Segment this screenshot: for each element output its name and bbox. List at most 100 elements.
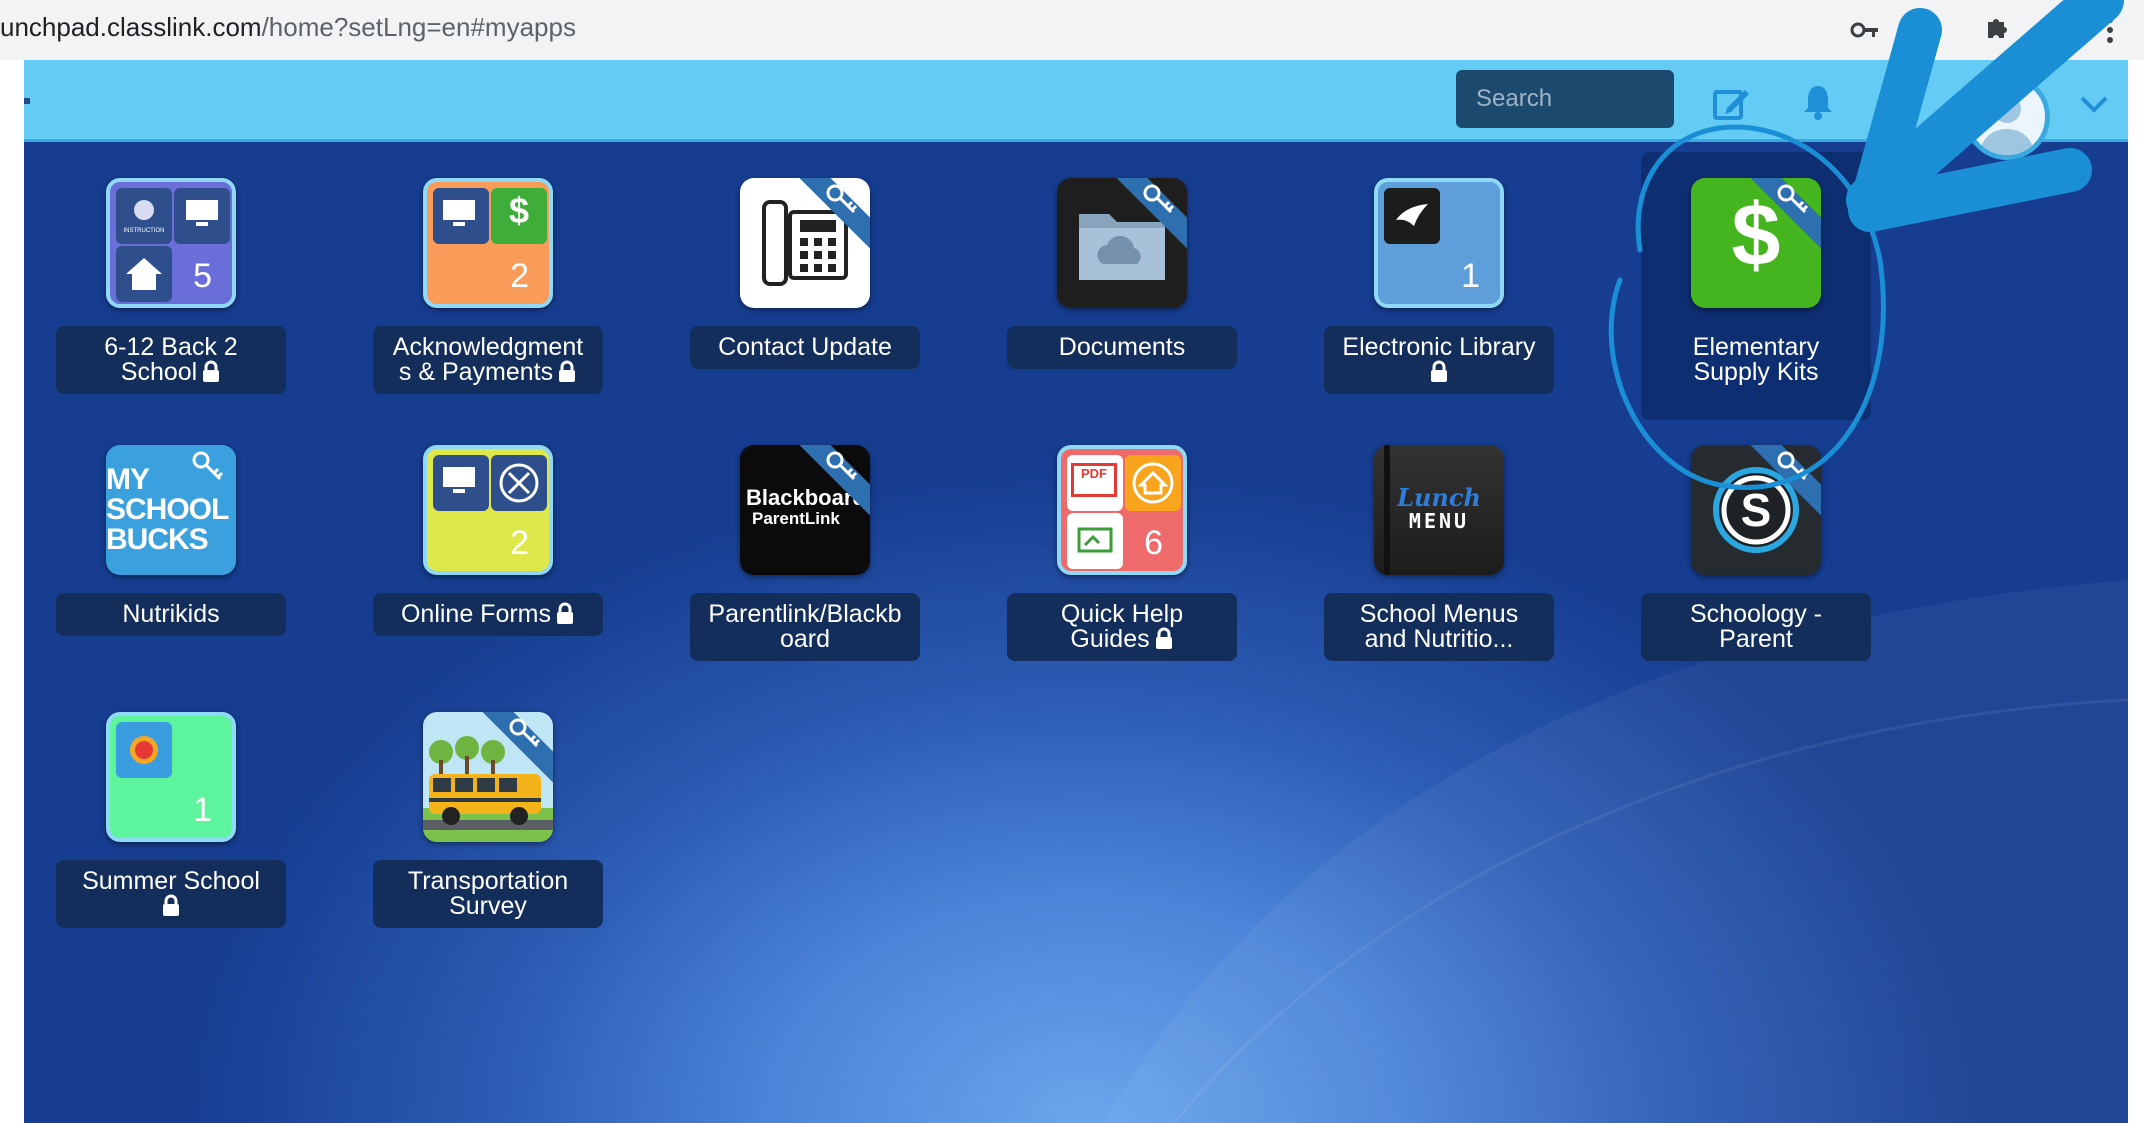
search-input[interactable] [1456,70,1674,128]
app-label: Transportation Survey [373,860,603,928]
app-label-line2: oard [779,625,831,653]
app-tile-schoology-parent[interactable]: S Schoology - Parent [1641,425,1871,675]
app-tile-online-forms[interactable]: 2 Online Forms [373,425,603,675]
edit-icon[interactable] [1709,80,1753,124]
lunch-text: Lunch [1397,483,1481,512]
more-menu-icon[interactable] [2104,16,2116,44]
app-label: Parentlink/Blackb oard [690,593,920,661]
msb-line2: SCHOOL [106,493,229,526]
app-label-line1: Acknowledgment [392,333,584,361]
app-label-line1: Schoology - [1689,600,1823,628]
app-label: Quick Help Guides [1007,593,1237,661]
app-tile-contact-update[interactable]: Contact Update [690,158,920,408]
key-badge-icon [1777,451,1809,481]
app-count: 1 [193,791,212,829]
key-badge-icon [826,184,858,214]
launchpad-app: INSTRUCTION 5 6-12 Back 2 School $ 2 Ack… [24,60,2128,1123]
msb-line3: BUCKS [106,523,209,556]
app-tile-summer-school[interactable]: 1 Summer School [56,692,286,942]
top-bar [24,60,2128,160]
app-label: Nutrikids [56,593,286,636]
app-label-line1: Elementary [1692,333,1820,361]
app-tile-elementary-supply-kits[interactable]: $ Elementary Supply Kits [1641,152,1871,420]
cloud-folder-icon [1057,178,1187,308]
pdf-tag: PDF [1071,463,1117,497]
app-label-line1: Nutrikids [122,600,220,628]
app-label-line1: Contact Update [718,333,892,361]
app-label: Elementary Supply Kits [1641,326,1871,394]
app-label-line2: Supply Kits [1693,358,1819,386]
menu-text: MENU [1408,509,1470,533]
phone-icon [740,178,870,308]
app-label-line1: School Menus [1359,600,1519,628]
key-badge-icon [192,451,224,481]
dollar-icon: $ [1691,178,1821,308]
app-tile-acknowledgments-payments[interactable]: $ 2 Acknowledgment s & Payments [373,158,603,408]
app-label: Electronic Library [1324,326,1554,394]
app-tile-transportation-survey[interactable]: Transportation Survey [373,692,603,942]
chevron-down-icon[interactable] [2074,84,2114,124]
lock-icon [557,602,574,624]
app-label-line1: Transportation [407,867,569,895]
svg-text:S: S [1741,484,1772,536]
app-tile-school-menus[interactable]: Lunch MENU School Menus and Nutritio... [1324,425,1554,675]
app-tile-documents[interactable]: Documents [1007,158,1237,408]
folder-help-icon: PDF 6 [1057,445,1187,575]
app-label-line1: Quick Help [1060,600,1184,628]
blackboard-parentlink-icon: Blackboard ParentLink [740,445,870,575]
folder-book-icon: 1 [1374,178,1504,308]
lock-icon [1155,627,1172,649]
app-label-line2: Parent [1719,625,1793,653]
screen: unchpad.classlink.com/home?setLng=en#mya… [0,0,2144,1123]
url-text[interactable]: unchpad.classlink.com/home?setLng=en#mya… [0,12,576,43]
schoology-icon: S [1691,445,1821,575]
app-label-line1: Parentlink/Blackb [708,600,902,628]
app-label: 6-12 Back 2 School [56,326,286,394]
parentlink-text: ParentLink [752,509,840,528]
key-badge-icon [826,451,858,481]
extensions-icon[interactable] [1982,14,2010,42]
app-label: Schoology - Parent [1641,593,1871,661]
app-label: Contact Update [690,326,920,369]
key-icon[interactable] [1850,18,1880,42]
lock-icon [1431,360,1447,382]
lock-icon [203,360,220,382]
app-tile-quick-help-guides[interactable]: PDF 6 Quick Help Guides [1007,425,1237,675]
key-badge-icon [1777,184,1809,214]
lunch-menu-icon: Lunch MENU [1374,445,1504,575]
bell-icon[interactable] [1796,80,1840,124]
app-count: 6 [1144,524,1163,562]
app-label: Documents [1007,326,1237,369]
folder-sun-icon: 1 [106,712,236,842]
folder-forms-icon: 2 [423,445,553,575]
url-host: unchpad.classlink.com [0,12,262,42]
key-badge-icon [1143,184,1175,214]
avatar[interactable] [1964,74,2050,160]
app-label-line2: Survey [449,892,527,920]
school-bus-icon [423,712,553,842]
app-label-line2: s & Payments [398,358,554,386]
app-label-line2: Guides [1070,625,1150,653]
app-label: Summer School [56,860,286,928]
browser-address-bar[interactable]: unchpad.classlink.com/home?setLng=en#mya… [0,0,2144,60]
menu-icon[interactable] [24,98,30,104]
app-count: 2 [510,524,529,562]
app-label-line1: Summer School [82,867,260,895]
app-label: Acknowledgment s & Payments [373,326,603,394]
app-label-line1: 6-12 Back 2 [104,333,238,361]
app-label: School Menus and Nutritio... [1324,593,1554,661]
folder-payments-icon: $ 2 [423,178,553,308]
myschoolbucks-icon: MY SCHOOL BUCKS [106,445,236,575]
app-label-line2: School [120,358,198,386]
app-label: Online Forms [373,593,603,636]
url-path: /home?setLng=en#myapps [261,12,576,42]
lock-icon [559,360,576,382]
app-tile-electronic-library[interactable]: 1 Electronic Library [1324,158,1554,408]
instruction-tag: INSTRUCTION [124,228,165,234]
folder-instruction-icon: INSTRUCTION 5 [106,178,236,308]
app-tile-6-12-back-2-school[interactable]: INSTRUCTION 5 6-12 Back 2 School [56,158,286,408]
app-count: 5 [193,257,212,295]
app-label-line1: Electronic Library [1342,333,1536,361]
app-tile-nutrikids[interactable]: MY SCHOOL BUCKS Nutrikids [56,425,286,675]
app-tile-parentlink-blackboard[interactable]: Blackboard ParentLink Parentlink/Blackb … [690,425,920,675]
